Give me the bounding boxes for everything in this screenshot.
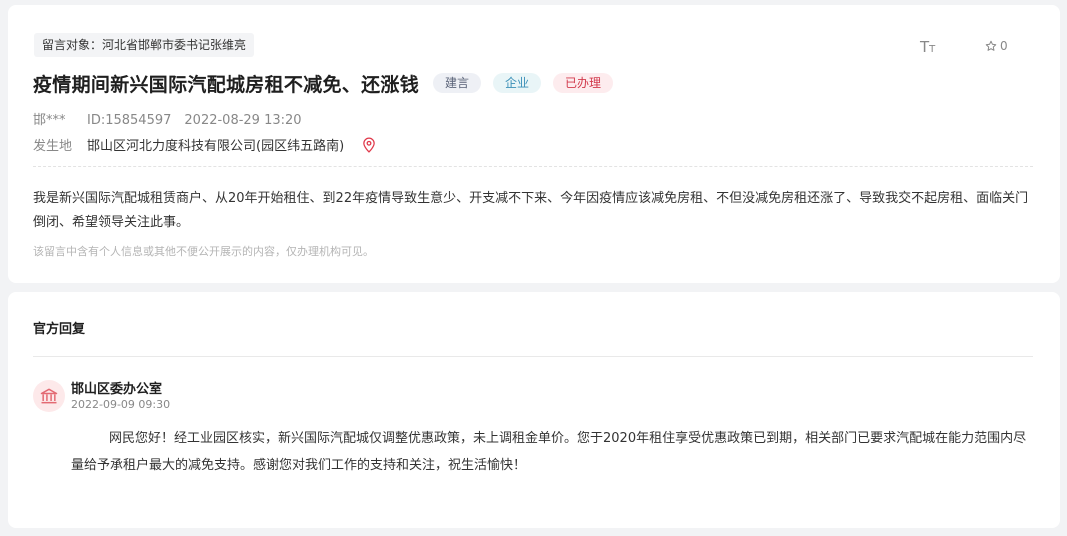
favorite-count: 0 bbox=[1000, 39, 1008, 53]
message-card: 留言对象：河北省邯郸市委书记张维亮 TT 0 疫情期间新兴国际汽配城房租不减免、… bbox=[8, 5, 1060, 283]
reply-org-name: 邯山区委办公室 bbox=[71, 382, 163, 397]
reply-content: 网民您好！经工业园区核实，新兴国际汽配城仅调整优惠政策，未上调租金单价。您于20… bbox=[71, 431, 1027, 473]
government-building-icon bbox=[40, 388, 58, 404]
message-meta: 邯*** ID:15854597 2022-08-29 13:20 bbox=[33, 109, 302, 128]
target-label: 留言对象： bbox=[42, 38, 103, 52]
font-size-icon[interactable]: TT bbox=[920, 38, 944, 56]
message-field-badge: 企业 bbox=[493, 73, 542, 93]
message-datetime: 2022-08-29 13:20 bbox=[184, 113, 302, 128]
message-author: 邯*** bbox=[33, 113, 66, 128]
official-reply-card: 官方回复 邯山区委办公室 2022-09-09 09:30 网民您好！经工业园区… bbox=[8, 292, 1060, 528]
reply-datetime: 2022-09-09 09:30 bbox=[71, 398, 171, 411]
message-id: ID:15854597 bbox=[87, 113, 172, 128]
message-type-badge: 建言 bbox=[433, 73, 482, 93]
message-divider bbox=[33, 166, 1033, 167]
location-label: 发生地 bbox=[33, 139, 73, 154]
star-icon bbox=[985, 40, 997, 51]
message-target-tag: 留言对象：河北省邯郸市委书记张维亮 bbox=[34, 33, 255, 57]
location-value: 邯山区河北力度科技有限公司(园区纬五路南) bbox=[87, 139, 345, 154]
title-row: 疫情期间新兴国际汽配城房租不减免、还涨钱 建言 企业 已办理 bbox=[33, 67, 614, 99]
location-row: 发生地 邯山区河北力度科技有限公司(园区纬五路南) bbox=[33, 135, 376, 154]
privacy-note: 该留言中含有个人信息或其他不便公开展示的内容，仅办理机构可见。 bbox=[33, 245, 374, 258]
favorite-button[interactable]: 0 bbox=[985, 39, 1008, 53]
reply-heading: 官方回复 bbox=[33, 322, 86, 337]
avatar bbox=[33, 380, 65, 412]
message-content: 我是新兴国际汽配城租赁商户、从20年开始租住、到22年疫情导致生意少、开支减不下… bbox=[33, 191, 1029, 230]
target-name: 河北省邯郸市委书记张维亮 bbox=[102, 38, 247, 52]
location-pin-icon[interactable] bbox=[362, 137, 376, 153]
status-badge: 已办理 bbox=[553, 73, 614, 93]
message-title: 疫情期间新兴国际汽配城房租不减免、还涨钱 bbox=[33, 73, 420, 96]
reply-divider bbox=[33, 356, 1033, 357]
